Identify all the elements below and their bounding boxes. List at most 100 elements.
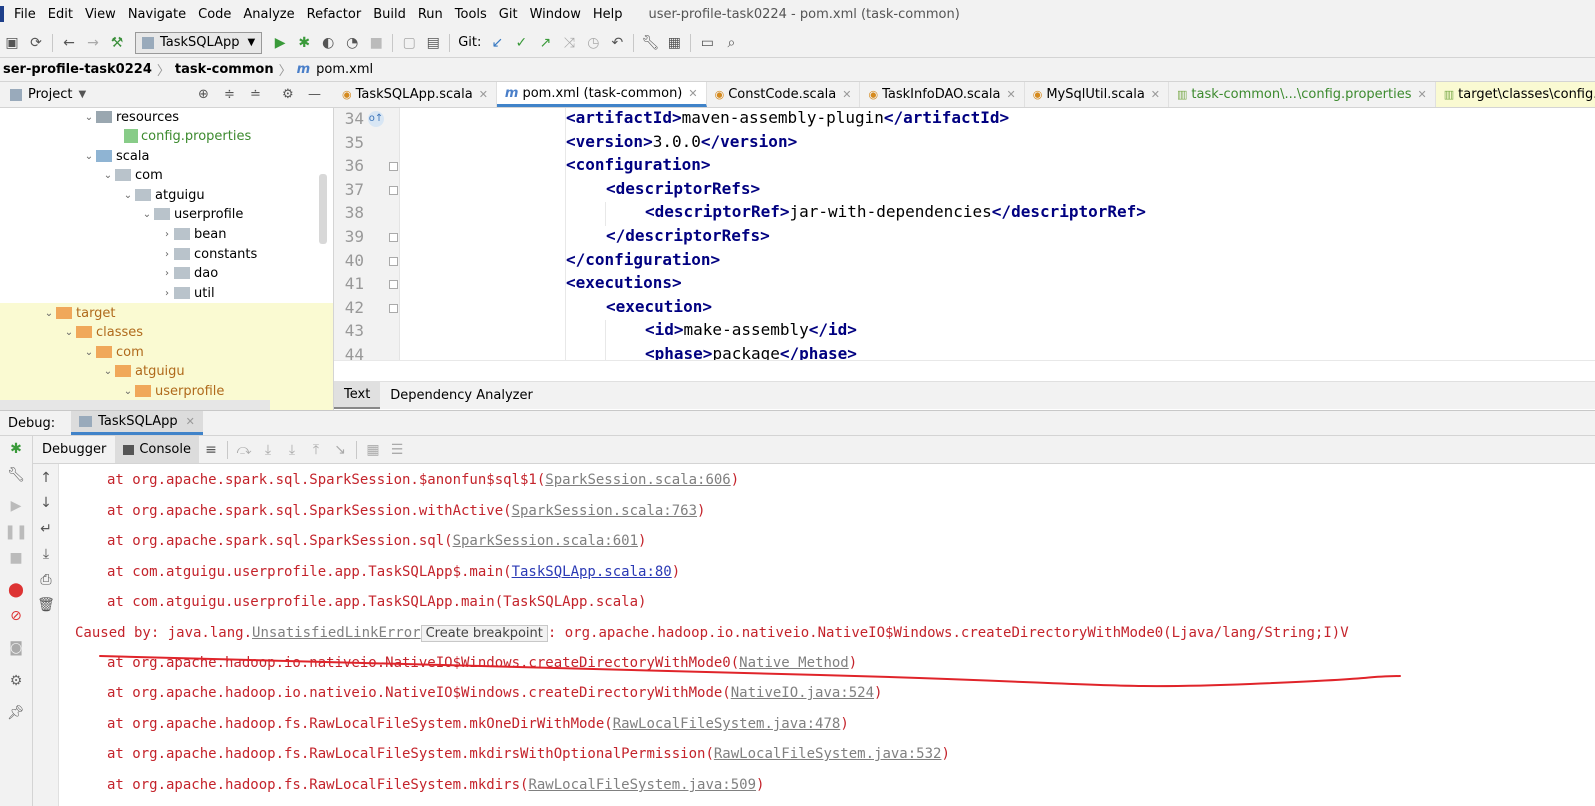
pause-icon[interactable]: ❚❚ xyxy=(4,522,28,542)
menu-build[interactable]: Build xyxy=(367,7,412,22)
scroll-to-end-icon[interactable]: ⤓ xyxy=(35,544,57,564)
console-output[interactable]: at org.apache.spark.sql.SparkSession.$an… xyxy=(59,464,1595,806)
fold-marker-icon[interactable] xyxy=(389,162,398,171)
profile-icon[interactable]: ◔ xyxy=(340,32,364,54)
chevron-down-icon[interactable]: ⌄ xyxy=(42,308,56,319)
tree-node-scala[interactable]: ⌄ scala xyxy=(82,146,150,166)
chevron-down-icon[interactable]: ⌄ xyxy=(82,112,96,123)
tree-node-config-properties[interactable]: config.properties xyxy=(124,126,251,146)
menu-window[interactable]: Window xyxy=(524,7,587,22)
tree-node-target[interactable]: ⌄ target xyxy=(42,303,116,323)
chevron-down-icon[interactable]: ⌄ xyxy=(140,209,154,220)
fold-marker-icon[interactable] xyxy=(389,304,398,313)
soft-wrap-icon[interactable]: ↵ xyxy=(35,519,57,539)
chevron-down-icon[interactable]: ⌄ xyxy=(101,366,115,377)
chevron-right-icon[interactable]: › xyxy=(160,229,174,240)
close-icon[interactable]: ✕ xyxy=(479,88,488,101)
sync-icon[interactable]: ⟳ xyxy=(24,32,48,54)
pin-icon[interactable]: 📌︎ xyxy=(4,703,28,723)
close-icon[interactable]: ✕ xyxy=(1151,88,1160,101)
chevron-down-icon[interactable]: ⌄ xyxy=(82,347,96,358)
tree-node-dao[interactable]: › dao xyxy=(160,263,218,283)
menu-git[interactable]: Git xyxy=(493,7,524,22)
stop-icon[interactable]: ■ xyxy=(364,32,388,54)
gear-icon[interactable]: ⚙ xyxy=(4,671,28,691)
source-link[interactable]: SparkSession.scala:601 xyxy=(453,533,638,549)
run-to-cursor-icon[interactable]: ↘ xyxy=(328,439,352,461)
collapse-all-icon[interactable]: ≐ xyxy=(250,87,261,102)
tree-node-com-target[interactable]: ⌄ com xyxy=(82,342,144,362)
tree-node-bean[interactable]: › bean xyxy=(160,224,226,244)
print-icon[interactable]: ⎙ xyxy=(35,570,57,590)
create-breakpoint-tooltip[interactable]: Create breakpoint xyxy=(420,625,548,642)
modify-config-icon[interactable]: 🔧︎ xyxy=(4,465,28,485)
tree-node-atguigu-target[interactable]: ⌄ atguigu xyxy=(101,361,185,381)
source-link[interactable]: RawLocalFileSystem.java:532 xyxy=(714,746,942,762)
menu-run[interactable]: Run xyxy=(412,7,449,22)
tab-mysqlutil-scala[interactable]: ◉ MySqlUtil.scala ✕ xyxy=(1025,82,1170,107)
close-icon[interactable]: ✕ xyxy=(688,87,697,100)
menu-analyze[interactable]: Analyze xyxy=(237,7,300,22)
menu-navigate[interactable]: Navigate xyxy=(122,7,192,22)
save-icon[interactable]: ▣ xyxy=(0,32,24,54)
close-icon[interactable]: ✕ xyxy=(1418,88,1427,101)
chevron-right-icon[interactable]: › xyxy=(160,268,174,279)
force-step-into-icon[interactable]: ⤓ xyxy=(280,439,304,461)
exception-link[interactable]: UnsatisfiedLinkError xyxy=(252,625,421,641)
evaluate-icon[interactable]: ▦ xyxy=(361,439,385,461)
menu-refactor[interactable]: Refactor xyxy=(301,7,368,22)
view-breakpoints-icon[interactable]: ⬤ xyxy=(4,580,28,600)
build-hammer-icon[interactable]: ⚒ xyxy=(105,32,129,54)
horizontal-scrollbar[interactable] xyxy=(0,400,270,410)
close-icon[interactable]: ✕ xyxy=(842,88,851,101)
search-icon[interactable]: ⌕ xyxy=(719,32,743,54)
chevron-down-icon[interactable]: ⌄ xyxy=(121,386,135,397)
tree-node-constants[interactable]: › constants xyxy=(160,244,257,264)
menu-help[interactable]: Help xyxy=(587,7,629,22)
git-push-icon[interactable]: ↗ xyxy=(533,32,557,54)
step-out-icon[interactable]: ⤒ xyxy=(304,439,328,461)
source-link[interactable]: RawLocalFileSystem.java:478 xyxy=(613,716,841,732)
debug-session-tab[interactable]: TaskSQLApp ✕ xyxy=(71,411,203,435)
forward-icon[interactable]: → xyxy=(81,32,105,54)
resume-icon[interactable]: ▶ xyxy=(4,496,28,516)
chevron-down-icon[interactable]: ⌄ xyxy=(101,170,115,181)
fold-marker-icon[interactable] xyxy=(389,186,398,195)
tree-node-util[interactable]: › util xyxy=(160,283,215,303)
breadcrumb-project[interactable]: ser-profile-task0224 xyxy=(0,62,155,77)
hide-icon[interactable]: — xyxy=(308,87,321,102)
presentation-icon[interactable]: ▭ xyxy=(695,32,719,54)
close-icon[interactable]: ✕ xyxy=(1007,88,1016,101)
attach-icon[interactable]: ▢ xyxy=(397,32,421,54)
tree-node-userprofile-target[interactable]: ⌄ userprofile xyxy=(121,381,225,401)
git-branch-icon[interactable]: ⤨ xyxy=(557,32,581,54)
tab-text[interactable]: Text xyxy=(334,382,381,409)
tab-dependency-analyzer[interactable]: Dependency Analyzer xyxy=(380,382,543,409)
mute-breakpoints-icon[interactable]: ⊘ xyxy=(4,606,28,626)
trash-icon[interactable]: 🗑︎ xyxy=(35,595,57,615)
override-marker-icon[interactable]: o↑ xyxy=(368,111,384,127)
tab-taskinfodao-scala[interactable]: ◉ TaskInfoDAO.scala ✕ xyxy=(860,82,1025,107)
stop-icon[interactable]: ■ xyxy=(4,548,28,568)
project-panel-title[interactable]: Project xyxy=(28,87,72,102)
tree-node-userprofile[interactable]: ⌄ userprofile xyxy=(140,204,244,224)
chevron-down-icon[interactable]: ▼ xyxy=(78,89,86,100)
settings-wrench-icon[interactable]: 🔧︎ xyxy=(638,32,662,54)
locate-icon[interactable]: ⊕ xyxy=(198,87,209,102)
tab-console[interactable]: Console xyxy=(115,436,199,463)
menu-tools[interactable]: Tools xyxy=(449,7,493,22)
chevron-right-icon[interactable]: › xyxy=(160,249,174,260)
code-editor[interactable]: <artifactId>maven-assembly-plugin</artif… xyxy=(400,108,1595,360)
close-icon[interactable]: ✕ xyxy=(186,415,195,428)
fold-marker-icon[interactable] xyxy=(389,280,398,289)
step-over-icon[interactable]: ⤼ xyxy=(232,439,256,461)
tree-node-resources[interactable]: ⌄ resources xyxy=(82,108,179,127)
debug-icon[interactable]: ✱ xyxy=(292,32,316,54)
tree-node-classes[interactable]: ⌄ classes xyxy=(62,322,143,342)
tab-constcode-scala[interactable]: ◉ ConstCode.scala ✕ xyxy=(707,82,861,107)
menu-edit[interactable]: Edit xyxy=(42,7,79,22)
git-update-icon[interactable]: ↙ xyxy=(485,32,509,54)
rollback-icon[interactable]: ↶ xyxy=(605,32,629,54)
devices-icon[interactable]: ▤ xyxy=(421,32,445,54)
tab-debugger[interactable]: Debugger xyxy=(33,442,115,457)
